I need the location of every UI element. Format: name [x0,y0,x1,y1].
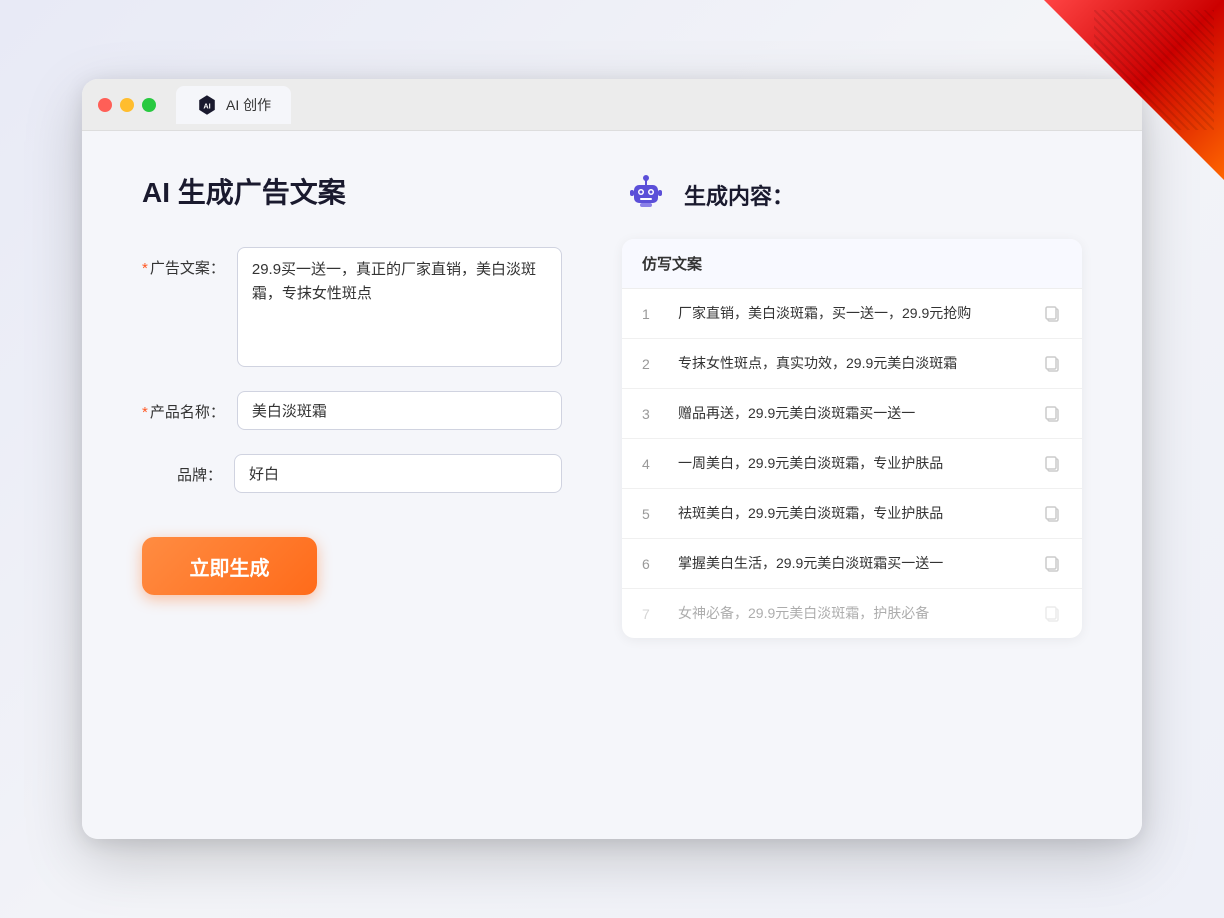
table-row: 2 专抹女性斑点，真实功效，29.9元美白淡斑霜 [622,339,1082,389]
brand-group: 品牌： [142,454,562,493]
maximize-button[interactable] [142,98,156,112]
ad-copy-required: * [142,260,148,277]
row-number: 6 [642,556,662,572]
row-number: 2 [642,356,662,372]
copy-icon[interactable] [1044,455,1062,473]
table-header: 仿写文案 [622,239,1082,289]
row-text: 专抹女性斑点，真实功效，29.9元美白淡斑霜 [678,353,1028,374]
right-panel: 生成内容： 仿写文案 1 厂家直销，美白淡斑霜，买一送一，29.9元抢购 2 专… [622,171,1082,799]
row-text: 一周美白，29.9元美白淡斑霜，专业护肤品 [678,453,1028,474]
copy-icon[interactable] [1044,405,1062,423]
browser-window: AI AI 创作 AI 生成广告文案 *广告文案： 29.9买一送一，真正的厂家… [82,79,1142,839]
tab-area: AI AI 创作 [176,86,291,124]
page-title: AI 生成广告文案 [142,171,562,211]
table-row: 1 厂家直销，美白淡斑霜，买一送一，29.9元抢购 [622,289,1082,339]
copy-icon[interactable] [1044,605,1062,623]
ad-copy-label: *广告文案： [142,247,225,278]
title-bar: AI AI 创作 [82,79,1142,131]
generate-button[interactable]: 立即生成 [142,537,317,595]
window-controls [98,98,156,112]
table-row: 5 祛斑美白，29.9元美白淡斑霜，专业护肤品 [622,489,1082,539]
table-row: 4 一周美白，29.9元美白淡斑霜，专业护肤品 [622,439,1082,489]
ad-copy-group: *广告文案： 29.9买一送一，真正的厂家直销，美白淡斑霜，专抹女性斑点 [142,247,562,367]
copy-icon[interactable] [1044,355,1062,373]
table-row: 6 掌握美白生活，29.9元美白淡斑霜买一送一 [622,539,1082,589]
tab-label: AI 创作 [226,95,271,115]
ai-tab[interactable]: AI AI 创作 [176,86,291,124]
product-name-input[interactable] [237,391,562,430]
row-text: 厂家直销，美白淡斑霜，买一送一，29.9元抢购 [678,303,1028,324]
copy-icon[interactable] [1044,505,1062,523]
row-text: 祛斑美白，29.9元美白淡斑霜，专业护肤品 [678,503,1028,524]
row-text: 掌握美白生活，29.9元美白淡斑霜买一送一 [678,553,1028,574]
close-button[interactable] [98,98,112,112]
result-title: 生成内容： [684,179,794,211]
ad-copy-input[interactable]: 29.9买一送一，真正的厂家直销，美白淡斑霜，专抹女性斑点 [237,247,562,367]
row-number: 1 [642,306,662,322]
product-name-required: * [142,404,148,421]
result-header: 生成内容： [622,171,1082,219]
result-table: 仿写文案 1 厂家直销，美白淡斑霜，买一送一，29.9元抢购 2 专抹女性斑点，… [622,239,1082,638]
row-number: 3 [642,406,662,422]
row-text: 女神必备，29.9元美白淡斑霜，护肤必备 [678,603,1028,624]
svg-text:AI: AI [203,101,210,110]
product-name-label: *产品名称： [142,391,225,422]
product-name-group: *产品名称： [142,391,562,430]
ai-tab-icon: AI [196,94,218,116]
content-area: AI 生成广告文案 *广告文案： 29.9买一送一，真正的厂家直销，美白淡斑霜，… [82,131,1142,839]
brand-label: 品牌： [142,454,222,485]
row-number: 5 [642,506,662,522]
copy-icon[interactable] [1044,555,1062,573]
minimize-button[interactable] [120,98,134,112]
robot-icon [622,171,670,219]
table-row: 7 女神必备，29.9元美白淡斑霜，护肤必备 [622,589,1082,638]
brand-input[interactable] [234,454,562,493]
row-number: 4 [642,456,662,472]
copy-icon[interactable] [1044,305,1062,323]
row-text: 赠品再送，29.9元美白淡斑霜买一送一 [678,403,1028,424]
left-panel: AI 生成广告文案 *广告文案： 29.9买一送一，真正的厂家直销，美白淡斑霜，… [142,171,562,799]
table-row: 3 赠品再送，29.9元美白淡斑霜买一送一 [622,389,1082,439]
row-number: 7 [642,606,662,622]
